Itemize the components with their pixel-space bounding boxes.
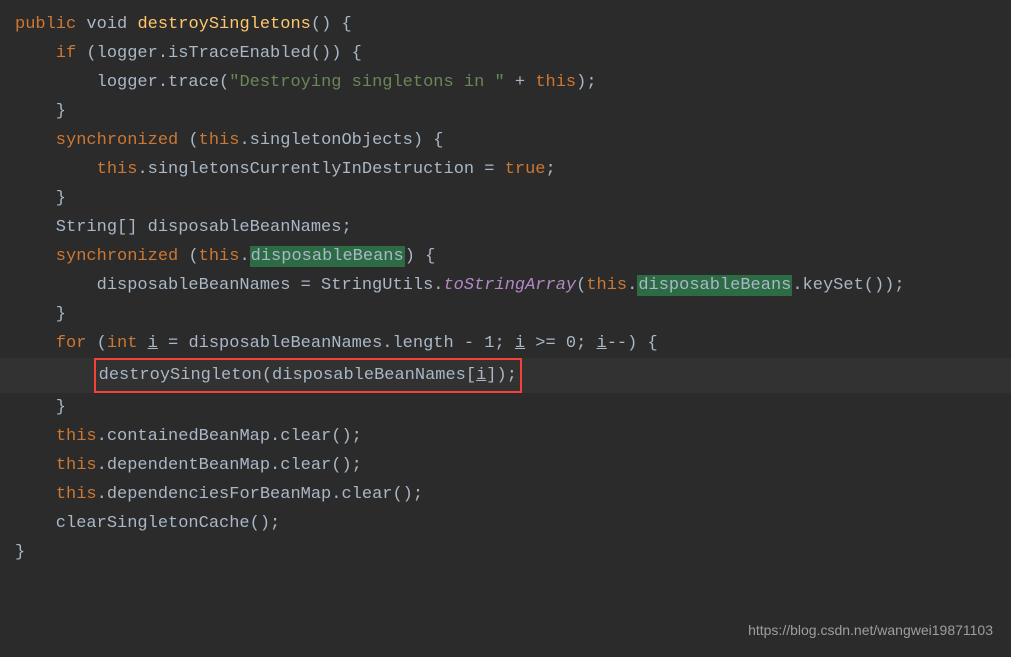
code-line-21: clearSingletonCache(); [0, 509, 1011, 538]
code-line-5: synchronized (this.singletonObjects) { [0, 126, 1011, 155]
watermark-text: https://blog.csdn.net/wangwei19871103 [748, 616, 993, 645]
code-line-6: this.singletonsCurrentlyInDestruction = … [0, 155, 1011, 184]
code-line-9: String[] disposableBeanNames; [0, 213, 1011, 242]
code-line-1: public void destroySingletons() { [0, 10, 1011, 39]
code-line-13: for (int i = disposableBeanNames.length … [0, 329, 1011, 358]
code-line-10: synchronized (this.disposableBeans) { [0, 242, 1011, 271]
red-box-highlight: destroySingleton(disposableBeanNames[i])… [94, 358, 522, 393]
code-line-11: disposableBeanNames = StringUtils.toStri… [0, 271, 1011, 300]
code-line-14-highlighted: destroySingleton(disposableBeanNames[i])… [0, 358, 1011, 393]
code-line-18: this.dependentBeanMap.clear(); [0, 451, 1011, 480]
code-line-17: this.containedBeanMap.clear(); [0, 422, 1011, 451]
highlight-disposable-beans-1: disposableBeans [250, 246, 405, 267]
code-line-4: } [0, 97, 1011, 126]
code-line-7: } [0, 184, 1011, 213]
highlight-disposable-beans-2: disposableBeans [637, 275, 792, 296]
code-line-3: logger.trace("Destroying singletons in "… [0, 68, 1011, 97]
code-line-22: } [0, 538, 1011, 567]
code-line-2: if (logger.isTraceEnabled()) { [0, 39, 1011, 68]
code-line-19: this.dependenciesForBeanMap.clear(); [0, 480, 1011, 509]
code-editor[interactable]: public void destroySingletons() { if (lo… [0, 10, 1011, 567]
code-line-15: } [0, 393, 1011, 422]
code-line-12: } [0, 300, 1011, 329]
